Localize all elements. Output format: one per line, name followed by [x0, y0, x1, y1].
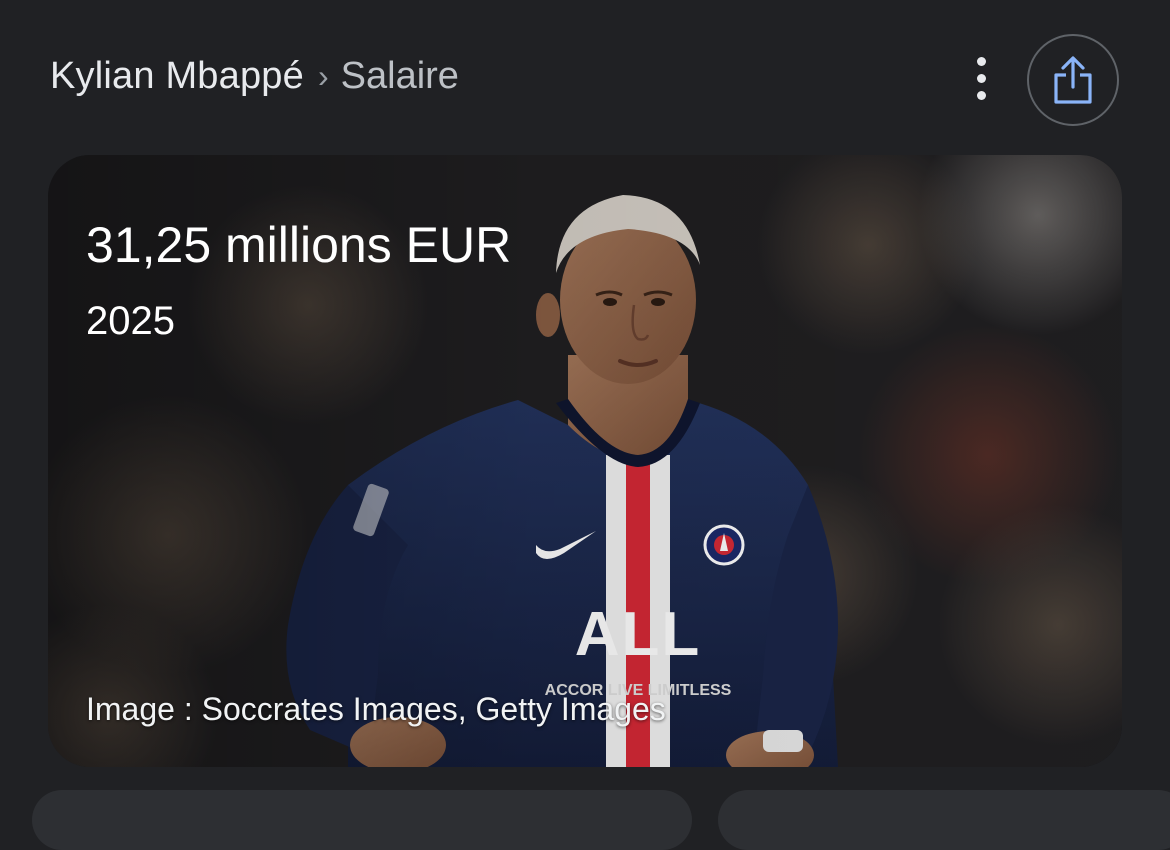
- share-icon: [1054, 56, 1092, 104]
- salary-card[interactable]: ALL ACCOR LIVE LIMITLESS 31,25 millions …: [48, 155, 1122, 767]
- next-card[interactable]: [32, 790, 692, 850]
- more-vert-icon-dot: [976, 90, 986, 100]
- breadcrumb-entity-link[interactable]: Kylian Mbappé: [50, 52, 304, 100]
- image-credit: Image : Soccrates Images, Getty Images: [86, 691, 666, 727]
- breadcrumb-separator: ›: [317, 58, 329, 94]
- more-vert-icon-dot: [976, 73, 986, 83]
- breadcrumb: Kylian Mbappé › Salaire: [50, 52, 459, 100]
- breadcrumb-current: Salaire: [340, 55, 459, 97]
- salary-value: 31,25 millions EUR: [86, 217, 512, 273]
- salary-year: 2025: [86, 299, 175, 343]
- more-vert-icon-dot: [976, 56, 986, 66]
- next-card[interactable]: [718, 790, 1170, 850]
- share-button[interactable]: [1027, 34, 1119, 126]
- header: Kylian Mbappé › Salaire: [0, 0, 1170, 150]
- more-options-button[interactable]: [958, 50, 1004, 106]
- jersey-sponsor-logo: ALL: [575, 600, 702, 669]
